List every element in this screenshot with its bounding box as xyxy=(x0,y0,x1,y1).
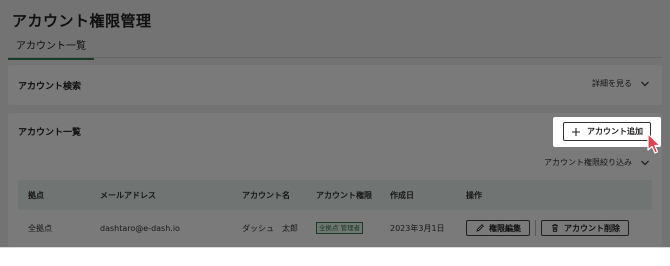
cell-email: dashtaro@e-dash.io xyxy=(100,223,180,233)
cell-permission: 全拠点 管理者 xyxy=(316,222,390,234)
tab-divider xyxy=(8,57,662,58)
cell-location: 全拠点 xyxy=(28,223,52,233)
permission-filter-label: アカウント権限絞り込み xyxy=(544,158,632,167)
add-account-button[interactable]: アカウント追加 xyxy=(563,122,651,141)
actions-divider xyxy=(535,220,536,236)
edit-permission-label: 権限編集 xyxy=(489,223,521,233)
bottom-strip xyxy=(0,247,670,266)
add-account-label: アカウント追加 xyxy=(587,127,643,136)
account-table: 拠点 メールアドレス アカウント名 アカウント権限 作成日 操作 全拠点 das… xyxy=(18,180,652,246)
header-email: メールアドレス xyxy=(100,190,156,200)
delete-account-button[interactable]: アカウント削除 xyxy=(541,220,629,236)
edit-permission-button[interactable]: 権限編集 xyxy=(466,220,530,236)
header-actions: 操作 xyxy=(466,190,482,200)
show-details-toggle[interactable]: 詳細を見る xyxy=(592,78,650,89)
header-account-name: アカウント名 xyxy=(242,190,290,200)
permission-filter-toggle[interactable]: アカウント権限絞り込み xyxy=(544,157,650,168)
list-section-title: アカウント一覧 xyxy=(18,128,82,138)
chevron-down-icon xyxy=(640,79,650,89)
delete-account-label: アカウント削除 xyxy=(564,223,620,233)
plus-icon xyxy=(571,127,581,137)
table-row: 全拠点 dashtaro@e-dash.io ダッシュ 太郎 全拠点 管理者 2… xyxy=(18,210,652,246)
pencil-icon xyxy=(475,223,485,233)
cell-account-name: ダッシュ 太郎 xyxy=(242,223,298,233)
header-location: 拠点 xyxy=(28,190,44,200)
search-section-title: アカウント検索 xyxy=(18,82,82,92)
page-title: アカウント権限管理 xyxy=(12,12,152,30)
add-account-highlight: アカウント追加 xyxy=(553,117,661,147)
trash-icon xyxy=(550,223,560,233)
permission-badge: 全拠点 管理者 xyxy=(316,222,364,234)
cell-created: 2023年3月1日 xyxy=(390,223,445,233)
header-permission: アカウント権限 xyxy=(316,190,372,200)
show-details-label: 詳細を見る xyxy=(592,79,632,88)
account-search-panel: アカウント検索 詳細を見る xyxy=(8,65,662,105)
header-created: 作成日 xyxy=(390,190,414,200)
cell-actions: 権限編集 アカウント削除 xyxy=(466,220,652,236)
chevron-down-icon xyxy=(640,158,650,168)
mouse-pointer-icon xyxy=(647,133,663,159)
table-header-row: 拠点 メールアドレス アカウント名 アカウント権限 作成日 操作 xyxy=(18,180,652,210)
